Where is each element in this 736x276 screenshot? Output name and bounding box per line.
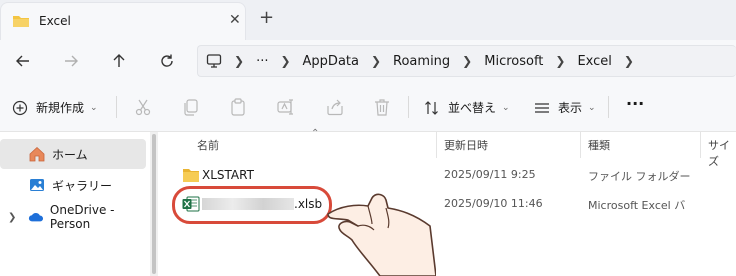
sidebar-item-label: ギャラリー (52, 178, 113, 193)
column-divider[interactable] (436, 132, 437, 158)
divider (408, 96, 409, 118)
column-header-name[interactable]: 名前 (197, 137, 219, 153)
trash-icon[interactable] (372, 97, 392, 117)
chevron-down-icon: ⌄ (588, 102, 596, 113)
chevron-right-icon: ❯ (234, 54, 245, 68)
folder-icon (13, 16, 29, 27)
sidebar-item-onedrive[interactable]: OneDrive - Person (0, 202, 146, 232)
breadcrumb: ❯ ··· ❯ AppData ❯ Roaming ❯ Microsoft ❯ … (206, 53, 646, 69)
forward-button[interactable] (60, 50, 82, 72)
breadcrumb-item[interactable]: AppData (303, 54, 359, 69)
sort-label: 並べ替え (448, 101, 497, 115)
file-type: ファイル フォルダー (588, 170, 691, 183)
sidebar-scrollbar[interactable] (150, 132, 158, 276)
new-tab-button[interactable]: + (259, 9, 274, 27)
share-icon[interactable] (325, 97, 345, 117)
sidebar-item-gallery[interactable]: ギャラリー (0, 170, 146, 200)
chevron-right-icon: ❯ (462, 54, 473, 68)
file-date: 2025/09/11 9:25 (444, 168, 536, 181)
arrow-right-icon (65, 55, 78, 67)
view-label: 表示 (558, 101, 583, 115)
chevron-down-icon: ⌄ (502, 102, 510, 113)
list-view-icon (535, 102, 549, 113)
navigation-bar: ❯ ··· ❯ AppData ❯ Roaming ❯ Microsoft ❯ … (0, 40, 736, 82)
tab-excel[interactable]: Excel ✕ (0, 2, 246, 40)
address-bar[interactable]: ❯ ··· ❯ AppData ❯ Roaming ❯ Microsoft ❯ … (197, 45, 736, 77)
copy-icon[interactable] (181, 97, 201, 117)
breadcrumb-item[interactable]: Excel (577, 54, 611, 69)
chevron-right-icon: ❯ (370, 54, 382, 68)
home-icon (29, 146, 45, 162)
sidebar-item-label: ホーム (52, 147, 88, 162)
folder-icon (183, 169, 199, 182)
chevron-right-icon: ❯ (555, 54, 566, 68)
list-item[interactable]: XLSTART 2025/09/11 9:25 ファイル フォルダー (180, 164, 736, 186)
plus-circle-icon (12, 100, 28, 115)
refresh-button[interactable] (156, 50, 178, 72)
divider (608, 96, 609, 118)
onedrive-icon (28, 212, 44, 222)
rename-icon[interactable] (276, 97, 296, 117)
up-button[interactable] (108, 50, 130, 72)
arrow-up-icon (113, 54, 125, 67)
column-divider[interactable] (700, 132, 701, 158)
sidebar-item-label: OneDrive - Person (49, 203, 115, 231)
arrow-left-icon (16, 55, 29, 67)
chevron-right-icon: ❯ (280, 54, 291, 68)
highlight-circle (172, 186, 332, 224)
cut-icon[interactable] (133, 97, 153, 117)
view-button[interactable]: 表示 ⌄ (534, 99, 596, 116)
file-name: XLSTART (202, 168, 254, 182)
divider (116, 96, 117, 118)
column-divider[interactable] (580, 132, 581, 158)
close-icon[interactable]: ✕ (229, 12, 241, 28)
breadcrumb-item[interactable]: Microsoft (484, 54, 543, 69)
breadcrumb-item[interactable]: Roaming (393, 54, 450, 69)
back-button[interactable] (12, 50, 34, 72)
column-header-date[interactable]: 更新日時 (444, 137, 488, 153)
command-bar: 新規作成 ⌄ 並べ替え ⌄ 表示 ⌄ ··· (0, 82, 736, 132)
chevron-right-icon: ❯ (623, 54, 634, 68)
sort-button[interactable]: 並べ替え ⌄ (424, 99, 510, 116)
tab-title: Excel (39, 14, 71, 28)
new-label: 新規作成 (36, 101, 85, 115)
pointing-hand-icon (327, 193, 436, 276)
more-options-button[interactable]: ··· (626, 94, 644, 113)
breadcrumb-more[interactable]: ··· (256, 54, 268, 69)
gallery-icon (30, 179, 44, 191)
tab-strip: Excel ✕ + (0, 0, 736, 40)
navigation-pane: ホーム ギャラリー ❯ OneDrive - Person (0, 132, 150, 276)
monitor-icon[interactable] (206, 53, 222, 69)
new-button[interactable]: 新規作成 ⌄ (12, 99, 98, 116)
column-header-type[interactable]: 種類 (588, 137, 610, 153)
scrollbar-thumb[interactable] (152, 134, 156, 274)
sort-icon (425, 100, 438, 115)
refresh-icon (161, 54, 173, 67)
file-type: Microsoft Excel バ (588, 199, 686, 212)
file-date: 2025/09/10 11:46 (444, 197, 543, 210)
sort-ascending-icon: ⌃ (311, 128, 320, 139)
sidebar-item-home[interactable]: ホーム (0, 139, 146, 169)
chevron-down-icon: ⌄ (90, 102, 98, 113)
paste-icon[interactable] (228, 97, 248, 117)
